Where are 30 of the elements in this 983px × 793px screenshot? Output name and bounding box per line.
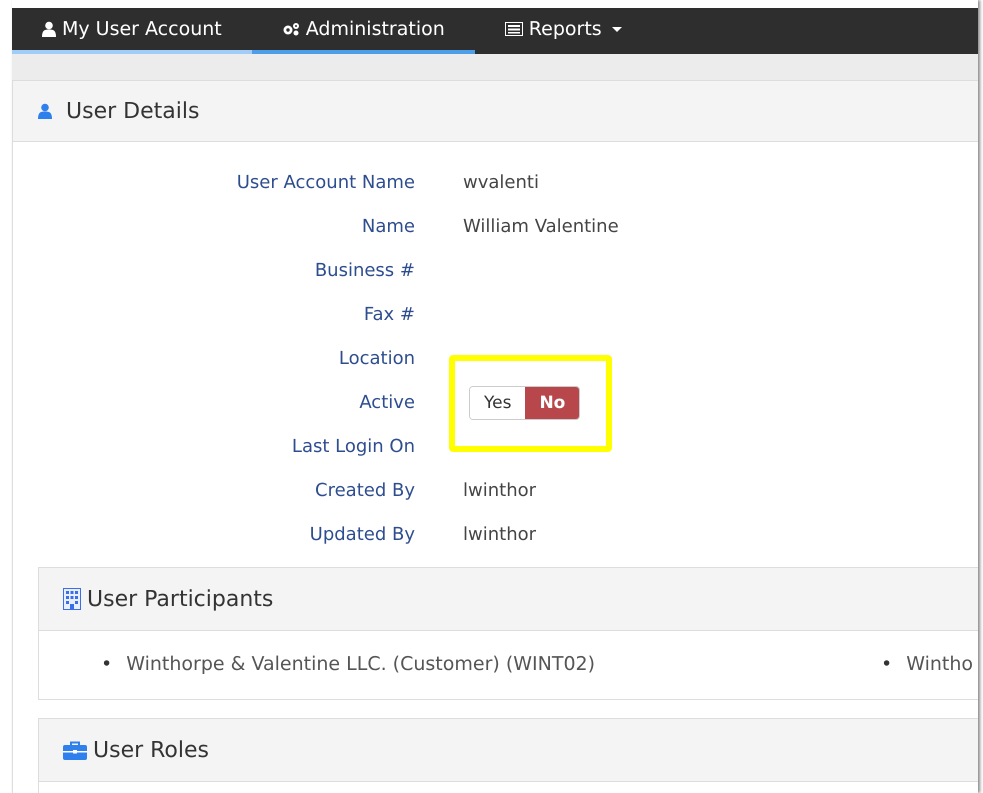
field-label: User Account Name [236,171,415,195]
participant-item: Wintho [906,652,974,677]
building-icon [63,588,81,610]
bullet: • [101,652,112,677]
field-value: lwinthor [463,523,536,547]
bullet: • [881,652,892,677]
field-label: Name [362,215,415,239]
field-label: Active [359,391,415,415]
field-label: Created By [315,479,415,503]
panel-title: User Roles [93,738,210,762]
nav-tab[interactable]: Reports [474,8,652,54]
nav-tab[interactable]: Administration [252,8,475,54]
field-label: Fax # [364,303,415,327]
field-label: Last Login On [292,435,415,459]
user-icon [38,103,52,119]
gears-icon [282,22,300,36]
field-label: Business # [314,259,415,283]
field-value: wvalenti [463,171,539,195]
field-label: Updated By [310,523,415,547]
panel-title: User Participants [87,586,274,612]
field-value: lwinthor [463,479,536,503]
field-value: William Valentine [463,215,619,239]
field-label: Location [338,347,415,371]
list-icon [504,22,523,36]
nav-tab[interactable]: My User Account [12,8,252,54]
toggle-option[interactable]: No [525,386,580,418]
user-icon [42,21,56,37]
panel-title: User Details [66,98,200,124]
participant-item: Winthorpe & Valentine LLC. (Customer) (WINT02) [126,652,596,677]
briefcase-icon [63,740,87,760]
